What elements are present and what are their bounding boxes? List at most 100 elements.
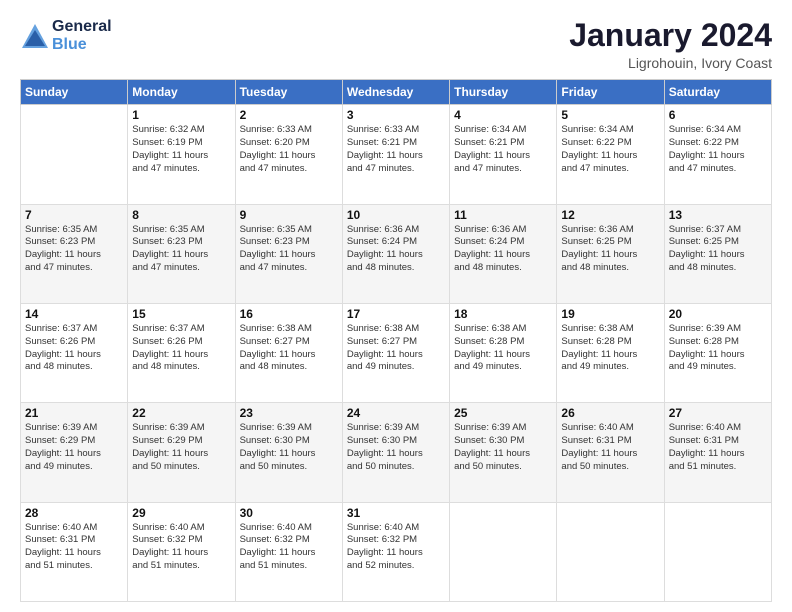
calendar-cell: 30 Sunrise: 6:40 AM Sunset: 6:32 PM Dayli… [235, 502, 342, 601]
calendar-week-2: 7 Sunrise: 6:35 AM Sunset: 6:23 PM Daylig… [21, 204, 772, 303]
day-info: Sunrise: 6:37 AM Sunset: 6:26 PM Dayligh… [132, 323, 230, 374]
day-number: 11 [454, 208, 552, 222]
day-info: Sunrise: 6:36 AM Sunset: 6:24 PM Dayligh… [454, 224, 552, 275]
calendar-cell: 5 Sunrise: 6:34 AM Sunset: 6:22 PM Daylig… [557, 105, 664, 204]
day-number: 27 [669, 406, 767, 420]
day-info: Sunrise: 6:40 AM Sunset: 6:31 PM Dayligh… [561, 422, 659, 473]
calendar-header-friday: Friday [557, 80, 664, 105]
calendar-cell [664, 502, 771, 601]
day-number: 25 [454, 406, 552, 420]
day-number: 28 [25, 506, 123, 520]
day-number: 2 [240, 108, 338, 122]
calendar-cell: 15 Sunrise: 6:37 AM Sunset: 6:26 PM Dayli… [128, 303, 235, 402]
day-number: 20 [669, 307, 767, 321]
day-number: 6 [669, 108, 767, 122]
calendar-cell: 19Sunrise: 6:38 AM Sunset: 6:28 PM Dayli… [557, 303, 664, 402]
calendar-cell: 13Sunrise: 6:37 AM Sunset: 6:25 PM Dayli… [664, 204, 771, 303]
calendar-header-monday: Monday [128, 80, 235, 105]
day-number: 29 [132, 506, 230, 520]
day-number: 23 [240, 406, 338, 420]
day-info: Sunrise: 6:34 AM Sunset: 6:22 PM Dayligh… [669, 124, 767, 175]
day-number: 15 [132, 307, 230, 321]
day-info: Sunrise: 6:40 AM Sunset: 6:31 PM Dayligh… [669, 422, 767, 473]
day-info: Sunrise: 6:38 AM Sunset: 6:28 PM Dayligh… [561, 323, 659, 374]
calendar-cell: 4 Sunrise: 6:34 AM Sunset: 6:21 PM Daylig… [450, 105, 557, 204]
day-number: 14 [25, 307, 123, 321]
calendar-cell: 26 Sunrise: 6:40 AM Sunset: 6:31 PM Dayli… [557, 403, 664, 502]
calendar-cell: 24Sunrise: 6:39 AM Sunset: 6:30 PM Dayli… [342, 403, 449, 502]
day-info: Sunrise: 6:40 AM Sunset: 6:32 PM Dayligh… [132, 522, 230, 573]
calendar-header-row: SundayMondayTuesdayWednesdayThursdayFrid… [21, 80, 772, 105]
day-info: Sunrise: 6:34 AM Sunset: 6:21 PM Dayligh… [454, 124, 552, 175]
day-info: Sunrise: 6:39 AM Sunset: 6:30 PM Dayligh… [240, 422, 338, 473]
day-info: Sunrise: 6:37 AM Sunset: 6:25 PM Dayligh… [669, 224, 767, 275]
calendar-cell: 28Sunrise: 6:40 AM Sunset: 6:31 PM Dayli… [21, 502, 128, 601]
calendar-cell: 23 Sunrise: 6:39 AM Sunset: 6:30 PM Dayli… [235, 403, 342, 502]
calendar-header-wednesday: Wednesday [342, 80, 449, 105]
calendar-cell: 21 Sunrise: 6:39 AM Sunset: 6:29 PM Dayli… [21, 403, 128, 502]
day-info: Sunrise: 6:39 AM Sunset: 6:29 PM Dayligh… [132, 422, 230, 473]
calendar-cell [557, 502, 664, 601]
calendar-cell: 10 Sunrise: 6:36 AM Sunset: 6:24 PM Dayli… [342, 204, 449, 303]
calendar-cell: 8 Sunrise: 6:35 AM Sunset: 6:23 PM Daylig… [128, 204, 235, 303]
title-block: January 2024 Ligrohouin, Ivory Coast [569, 18, 772, 71]
day-info: Sunrise: 6:40 AM Sunset: 6:32 PM Dayligh… [240, 522, 338, 573]
day-info: Sunrise: 6:39 AM Sunset: 6:29 PM Dayligh… [25, 422, 123, 473]
day-number: 30 [240, 506, 338, 520]
logo: General Blue [20, 18, 112, 53]
calendar-cell: 14Sunrise: 6:37 AM Sunset: 6:26 PM Dayli… [21, 303, 128, 402]
page-title: January 2024 [569, 18, 772, 53]
day-info: Sunrise: 6:38 AM Sunset: 6:27 PM Dayligh… [347, 323, 445, 374]
day-number: 24 [347, 406, 445, 420]
day-number: 10 [347, 208, 445, 222]
calendar-cell: 22 Sunrise: 6:39 AM Sunset: 6:29 PM Dayli… [128, 403, 235, 502]
day-number: 3 [347, 108, 445, 122]
calendar-cell: 12Sunrise: 6:36 AM Sunset: 6:25 PM Dayli… [557, 204, 664, 303]
day-number: 21 [25, 406, 123, 420]
day-number: 1 [132, 108, 230, 122]
logo-icon [20, 22, 50, 50]
day-info: Sunrise: 6:33 AM Sunset: 6:20 PM Dayligh… [240, 124, 338, 175]
page: General Blue January 2024 Ligrohouin, Iv… [0, 0, 792, 612]
day-info: Sunrise: 6:34 AM Sunset: 6:22 PM Dayligh… [561, 124, 659, 175]
calendar-cell [21, 105, 128, 204]
day-info: Sunrise: 6:40 AM Sunset: 6:32 PM Dayligh… [347, 522, 445, 573]
logo-text: General Blue [52, 18, 112, 53]
day-info: Sunrise: 6:35 AM Sunset: 6:23 PM Dayligh… [132, 224, 230, 275]
calendar-cell [450, 502, 557, 601]
calendar-table: SundayMondayTuesdayWednesdayThursdayFrid… [20, 79, 772, 602]
day-number: 7 [25, 208, 123, 222]
calendar-cell: 17 Sunrise: 6:38 AM Sunset: 6:27 PM Dayli… [342, 303, 449, 402]
day-number: 22 [132, 406, 230, 420]
calendar-week-3: 14 Sunrise: 6:37 AM Sunset: 6:26 PM Dayli… [21, 303, 772, 402]
header: General Blue January 2024 Ligrohouin, Iv… [20, 18, 772, 71]
day-number: 8 [132, 208, 230, 222]
calendar-header-sunday: Sunday [21, 80, 128, 105]
day-info: Sunrise: 6:39 AM Sunset: 6:30 PM Dayligh… [454, 422, 552, 473]
calendar-cell: 6 Sunrise: 6:34 AM Sunset: 6:22 PM Daylig… [664, 105, 771, 204]
calendar-header-tuesday: Tuesday [235, 80, 342, 105]
calendar-header-saturday: Saturday [664, 80, 771, 105]
day-number: 4 [454, 108, 552, 122]
calendar-week-1: 1 Sunrise: 6:32 AM Sunset: 6:19 PM Daylig… [21, 105, 772, 204]
day-number: 26 [561, 406, 659, 420]
day-info: Sunrise: 6:32 AM Sunset: 6:19 PM Dayligh… [132, 124, 230, 175]
calendar-cell: 11 Sunrise: 6:36 AM Sunset: 6:24 PM Dayli… [450, 204, 557, 303]
day-number: 5 [561, 108, 659, 122]
day-number: 31 [347, 506, 445, 520]
day-info: Sunrise: 6:36 AM Sunset: 6:24 PM Dayligh… [347, 224, 445, 275]
calendar-cell: 1 Sunrise: 6:32 AM Sunset: 6:19 PM Daylig… [128, 105, 235, 204]
calendar-cell: 20 Sunrise: 6:39 AM Sunset: 6:28 PM Dayli… [664, 303, 771, 402]
day-info: Sunrise: 6:39 AM Sunset: 6:28 PM Dayligh… [669, 323, 767, 374]
day-number: 9 [240, 208, 338, 222]
day-info: Sunrise: 6:38 AM Sunset: 6:27 PM Dayligh… [240, 323, 338, 374]
calendar-cell: 2 Sunrise: 6:33 AM Sunset: 6:20 PM Daylig… [235, 105, 342, 204]
day-info: Sunrise: 6:36 AM Sunset: 6:25 PM Dayligh… [561, 224, 659, 275]
day-number: 18 [454, 307, 552, 321]
day-number: 17 [347, 307, 445, 321]
page-subtitle: Ligrohouin, Ivory Coast [569, 55, 772, 71]
calendar-cell: 27 Sunrise: 6:40 AM Sunset: 6:31 PM Dayli… [664, 403, 771, 502]
calendar-cell: 9Sunrise: 6:35 AM Sunset: 6:23 PM Daylig… [235, 204, 342, 303]
calendar-week-4: 21 Sunrise: 6:39 AM Sunset: 6:29 PM Dayli… [21, 403, 772, 502]
day-info: Sunrise: 6:35 AM Sunset: 6:23 PM Dayligh… [25, 224, 123, 275]
